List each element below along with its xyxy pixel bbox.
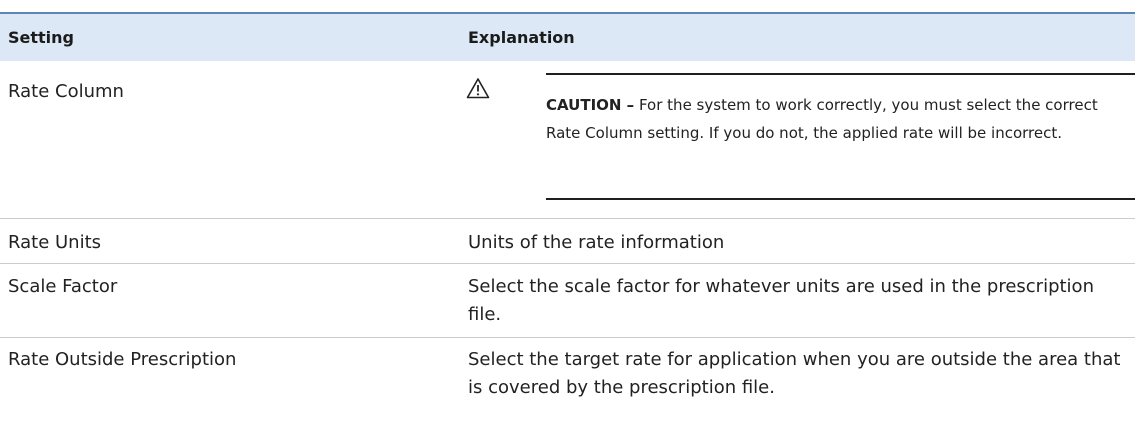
- caution-label: CAUTION –: [546, 96, 635, 114]
- setting-name: Scale Factor: [8, 276, 118, 297]
- header-setting: Setting: [8, 28, 74, 47]
- table-header: Setting Explanation: [0, 12, 1135, 61]
- row-separator: [0, 263, 1135, 264]
- explanation-text: Select the scale factor for whatever uni…: [468, 276, 1094, 325]
- warning-triangle-icon: [466, 78, 490, 99]
- row-separator: [0, 218, 1135, 219]
- setting-name: Rate Outside Prescription: [8, 349, 237, 370]
- explanation-text: Units of the rate information: [468, 232, 725, 253]
- explanation-text: Select the target rate for application w…: [468, 349, 1121, 398]
- header-explanation: Explanation: [468, 28, 575, 47]
- row-separator: [0, 337, 1135, 338]
- caution-note: CAUTION – For the system to work correct…: [546, 73, 1135, 200]
- caution-text: CAUTION – For the system to work correct…: [546, 91, 1106, 147]
- setting-name: Rate Units: [8, 232, 102, 253]
- setting-name: Rate Column: [8, 81, 124, 102]
